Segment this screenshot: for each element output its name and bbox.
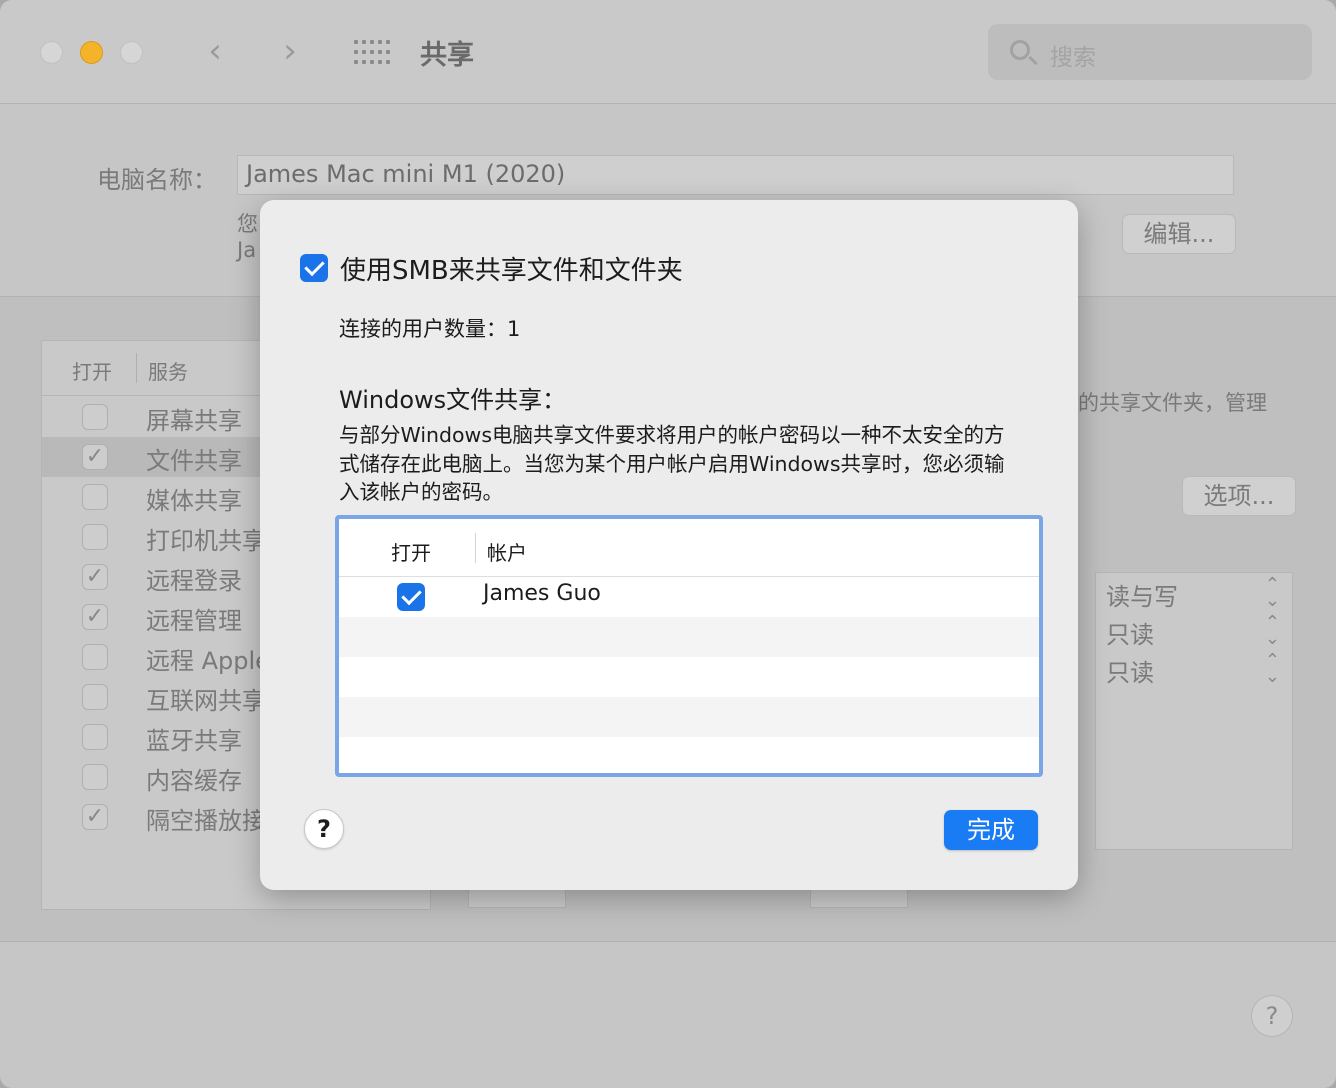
table-row-empty xyxy=(339,697,1039,737)
sheet-help-button[interactable]: ? xyxy=(304,809,344,849)
table-row[interactable]: James Guo xyxy=(339,577,1039,617)
service-checkbox[interactable]: ✓ xyxy=(82,604,108,630)
service-checkbox[interactable] xyxy=(82,404,108,430)
col-on-header: 打开 xyxy=(391,541,431,565)
accounts-table[interactable]: 打开 帐户 James Guo xyxy=(335,515,1043,777)
show-all-grid-icon[interactable] xyxy=(354,40,390,64)
smb-options-sheet: 使用SMB来共享文件和文件夹 连接的用户数量：1 Windows文件共享： 与部… xyxy=(260,200,1078,890)
computer-name-label: 电脑名称： xyxy=(97,166,217,194)
minimize-window-button[interactable] xyxy=(80,41,103,64)
computer-name-note-line1: 您 xyxy=(237,212,258,236)
service-checkbox[interactable] xyxy=(82,684,108,710)
permissions-list[interactable]: 读与写 ⌃ ⌄ 只读 ⌃ ⌄ 只读 ⌃ ⌄ xyxy=(1095,572,1293,850)
permission-label: 只读 xyxy=(1106,621,1154,649)
service-label: 隔空播放接 xyxy=(146,807,266,835)
windows-sharing-description: 与部分Windows电脑共享文件要求将用户的帐户密码以一种不太安全的方式储存在此… xyxy=(339,423,1005,504)
forward-chevron-icon[interactable]: › xyxy=(270,32,310,72)
up-down-stepper-icon[interactable]: ⌃ ⌄ xyxy=(1265,614,1280,648)
service-label: 远程 Apple xyxy=(146,647,270,675)
col-account-header: 帐户 xyxy=(487,541,527,565)
connected-users-count: 连接的用户数量：1 xyxy=(339,317,521,341)
table-row-empty xyxy=(339,617,1039,657)
permission-row[interactable]: 只读 ⌃ ⌄ xyxy=(1106,652,1286,691)
header-divider xyxy=(475,533,476,563)
service-label: 远程登录 xyxy=(146,567,242,595)
edit-button[interactable]: 编辑... xyxy=(1122,214,1236,254)
service-label: 文件共享 xyxy=(146,447,242,475)
header-divider xyxy=(136,353,137,383)
smb-share-checkbox[interactable] xyxy=(300,254,328,282)
service-label: 蓝牙共享 xyxy=(146,727,242,755)
close-window-button[interactable] xyxy=(40,41,63,64)
table-row-empty xyxy=(339,657,1039,697)
service-description-partial: 的共享文件夹，管理 xyxy=(1078,391,1267,415)
permission-row[interactable]: 读与写 ⌃ ⌄ xyxy=(1106,576,1286,615)
service-label: 互联网共享 xyxy=(146,687,266,715)
col-on-header: 打开 xyxy=(72,360,112,384)
service-label: 内容缓存 xyxy=(146,767,242,795)
service-checkbox[interactable] xyxy=(82,524,108,550)
account-enable-checkbox[interactable] xyxy=(397,583,425,611)
service-checkbox[interactable] xyxy=(82,484,108,510)
window-title: 共享 xyxy=(420,40,474,71)
titlebar: ‹ › 共享 搜索 xyxy=(0,0,1336,104)
accounts-table-header: 打开 帐户 xyxy=(339,519,1039,577)
service-checkbox[interactable] xyxy=(82,724,108,750)
computer-name-input[interactable]: James Mac mini M1 (2020) xyxy=(237,155,1234,195)
search-icon xyxy=(1010,40,1030,60)
col-service-header: 服务 xyxy=(148,360,188,384)
up-down-stepper-icon[interactable]: ⌃ ⌄ xyxy=(1265,652,1280,686)
service-label: 媒体共享 xyxy=(146,487,242,515)
search-field[interactable]: 搜索 xyxy=(988,24,1312,80)
service-checkbox[interactable]: ✓ xyxy=(82,564,108,590)
computer-name-note-line2: Ja xyxy=(237,238,257,262)
service-checkbox[interactable] xyxy=(82,644,108,670)
windows-sharing-title: Windows文件共享： xyxy=(339,386,567,414)
options-button[interactable]: 选项... xyxy=(1182,476,1296,516)
service-label: 打印机共享 xyxy=(146,527,266,555)
system-preferences-window: ‹ › 共享 搜索 电脑名称： James Mac mini M1 (2020)… xyxy=(0,0,1336,1088)
search-placeholder: 搜索 xyxy=(1050,45,1096,71)
service-checkbox[interactable]: ✓ xyxy=(82,804,108,830)
table-row-empty xyxy=(339,737,1039,773)
smb-share-label: 使用SMB来共享文件和文件夹 xyxy=(340,256,683,286)
zoom-window-button[interactable] xyxy=(120,41,143,64)
permission-row[interactable]: 只读 ⌃ ⌄ xyxy=(1106,614,1286,653)
permission-label: 读与写 xyxy=(1106,583,1178,611)
help-button[interactable]: ? xyxy=(1251,995,1293,1037)
service-label: 远程管理 xyxy=(146,607,242,635)
back-chevron-icon[interactable]: ‹ xyxy=(195,32,235,72)
up-down-stepper-icon[interactable]: ⌃ ⌄ xyxy=(1265,576,1280,610)
account-name: James Guo xyxy=(483,581,601,606)
service-label: 屏幕共享 xyxy=(146,407,242,435)
service-checkbox[interactable] xyxy=(82,764,108,790)
permission-label: 只读 xyxy=(1106,659,1154,687)
service-checkbox[interactable]: ✓ xyxy=(82,444,108,470)
done-button[interactable]: 完成 xyxy=(944,810,1038,850)
